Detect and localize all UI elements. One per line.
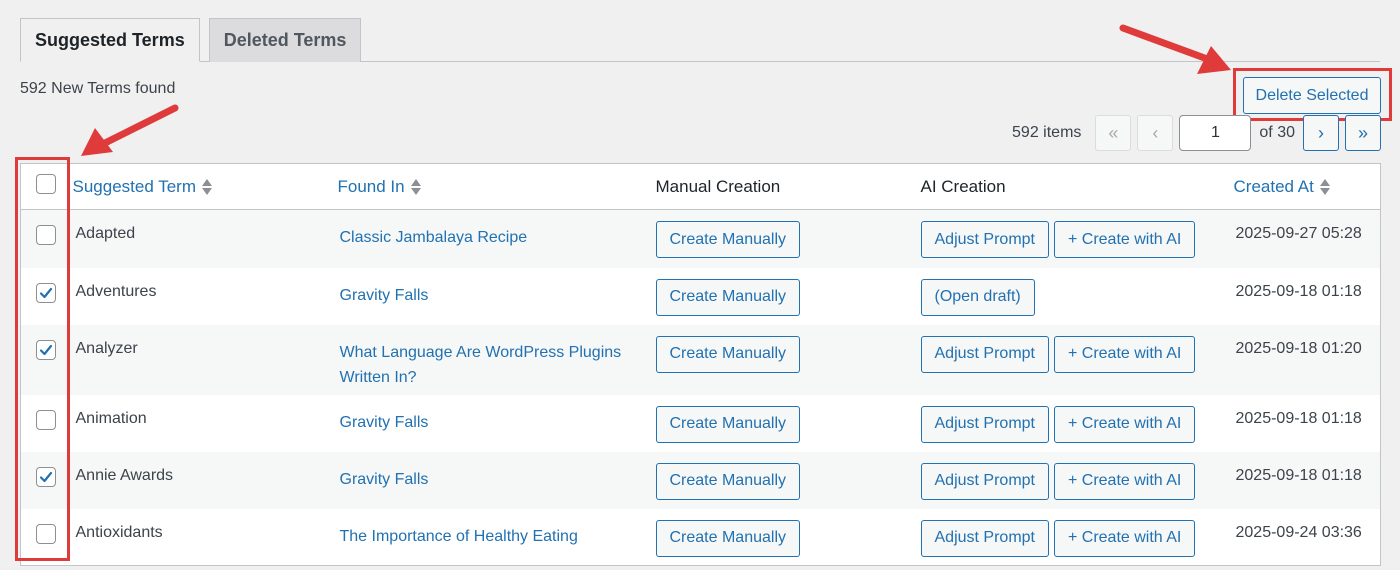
created-at: 2025-09-18 01:18: [1235, 409, 1362, 427]
row-checkbox[interactable]: [36, 339, 56, 360]
found-in-link[interactable]: The Importance of Healthy Eating: [340, 524, 636, 549]
table-row: Animation Gravity Falls Create Manually …: [20, 394, 1381, 452]
sort-arrows-icon: [410, 179, 421, 196]
checkmark-icon: [39, 471, 53, 482]
create-with-ai-button[interactable]: + Create with AI: [1053, 519, 1196, 557]
terms-found-count: 592 New Terms found: [20, 80, 176, 97]
found-in-link[interactable]: Classic Jambalaya Recipe: [340, 225, 636, 250]
column-found-in[interactable]: Found In: [337, 163, 656, 210]
terms-table-body: Adapted Classic Jambalaya Recipe Create …: [20, 209, 1381, 566]
row-checkbox[interactable]: [36, 282, 56, 303]
create-manually-button[interactable]: Create Manually: [655, 278, 800, 316]
select-all-checkbox[interactable]: [36, 174, 56, 194]
row-select-cell: [21, 509, 73, 566]
pagination: 592 items « ‹ of 30 › »: [1012, 115, 1381, 151]
red-arrow-icon: [1119, 24, 1231, 74]
created-at: 2025-09-18 01:18: [1235, 282, 1362, 300]
found-in-link[interactable]: Gravity Falls: [340, 410, 636, 435]
row-select-cell: [21, 210, 73, 268]
column-label: Found In: [337, 176, 405, 196]
table-row: Adventures Gravity Falls Create Manually…: [20, 267, 1381, 325]
row-checkbox[interactable]: [36, 409, 56, 430]
row-checkbox[interactable]: [36, 225, 56, 245]
select-all-cell: [20, 163, 73, 210]
next-page-button[interactable]: ›: [1303, 115, 1339, 151]
row-select-cell: [21, 268, 73, 325]
last-page-button[interactable]: »: [1345, 115, 1381, 151]
create-with-ai-button[interactable]: + Create with AI: [1053, 462, 1196, 500]
delete-selected-button[interactable]: Delete Selected: [1243, 77, 1381, 114]
adjust-prompt-button[interactable]: Adjust Prompt: [920, 335, 1049, 373]
sort-arrows-icon: [1319, 179, 1330, 196]
row-checkbox[interactable]: [36, 523, 56, 544]
total-pages-label: of 30: [1259, 124, 1295, 141]
create-manually-button[interactable]: Create Manually: [655, 462, 800, 500]
create-with-ai-button[interactable]: + Create with AI: [1053, 221, 1196, 258]
found-in-link[interactable]: Gravity Falls: [340, 283, 636, 308]
table-row: Antioxidants The Importance of Healthy E…: [20, 508, 1381, 566]
first-page-button[interactable]: «: [1095, 115, 1132, 151]
table-row: Analyzer What Language Are WordPress Plu…: [20, 324, 1381, 395]
current-page-input[interactable]: [1179, 115, 1252, 151]
open-draft-button[interactable]: (Open draft): [920, 278, 1035, 316]
create-with-ai-button[interactable]: + Create with AI: [1053, 335, 1196, 373]
create-manually-button[interactable]: Create Manually: [655, 405, 800, 443]
term-name: Annie Awards: [75, 466, 174, 484]
table-header-row: Suggested Term Found In Manual Creation …: [20, 163, 1381, 210]
sort-arrows-icon: [201, 179, 212, 196]
term-name: Analyzer: [75, 339, 138, 357]
create-manually-button[interactable]: Create Manually: [655, 221, 800, 258]
column-label: Suggested Term: [72, 176, 196, 196]
create-manually-button[interactable]: Create Manually: [655, 519, 800, 557]
created-at: 2025-09-27 05:28: [1235, 225, 1362, 242]
adjust-prompt-button[interactable]: Adjust Prompt: [920, 462, 1049, 500]
column-label: Created At: [1233, 176, 1314, 196]
adjust-prompt-button[interactable]: Adjust Prompt: [920, 221, 1049, 258]
created-at: 2025-09-18 01:20: [1235, 339, 1362, 357]
red-arrow-icon: [81, 104, 179, 156]
found-in-link[interactable]: Gravity Falls: [340, 467, 636, 492]
create-manually-button[interactable]: Create Manually: [655, 335, 800, 373]
items-count: 592 items: [1012, 124, 1082, 141]
row-select-cell: [21, 395, 73, 452]
checkmark-icon: [39, 287, 53, 298]
term-name: Adapted: [75, 225, 136, 242]
adjust-prompt-button[interactable]: Adjust Prompt: [920, 519, 1049, 557]
term-name: Animation: [75, 409, 147, 427]
row-checkbox[interactable]: [36, 466, 56, 487]
created-at: 2025-09-24 03:36: [1235, 523, 1362, 541]
create-with-ai-button[interactable]: + Create with AI: [1053, 405, 1196, 443]
created-at: 2025-09-18 01:18: [1235, 466, 1362, 484]
checkmark-icon: [39, 344, 53, 355]
term-name: Antioxidants: [75, 523, 163, 541]
row-select-cell: [21, 452, 73, 509]
tab-suggested-terms[interactable]: Suggested Terms: [20, 18, 200, 62]
tab-deleted-terms[interactable]: Deleted Terms: [208, 18, 362, 62]
table-row: Adapted Classic Jambalaya Recipe Create …: [20, 209, 1381, 268]
tab-bar: Suggested Terms Deleted Terms: [20, 18, 370, 62]
table-row: Annie Awards Gravity Falls Create Manual…: [20, 451, 1381, 509]
adjust-prompt-button[interactable]: Adjust Prompt: [920, 405, 1049, 443]
terms-table: Suggested Term Found In Manual Creation …: [20, 163, 1381, 566]
column-suggested-term[interactable]: Suggested Term: [72, 163, 338, 210]
column-created-at[interactable]: Created At: [1233, 163, 1381, 210]
column-manual-creation: Manual Creation: [655, 163, 921, 210]
found-in-link[interactable]: What Language Are WordPress Plugins Writ…: [340, 340, 636, 390]
term-name: Adventures: [75, 282, 157, 300]
prev-page-button[interactable]: ‹: [1137, 115, 1174, 151]
row-select-cell: [21, 325, 73, 395]
column-ai-creation: AI Creation: [920, 163, 1234, 210]
